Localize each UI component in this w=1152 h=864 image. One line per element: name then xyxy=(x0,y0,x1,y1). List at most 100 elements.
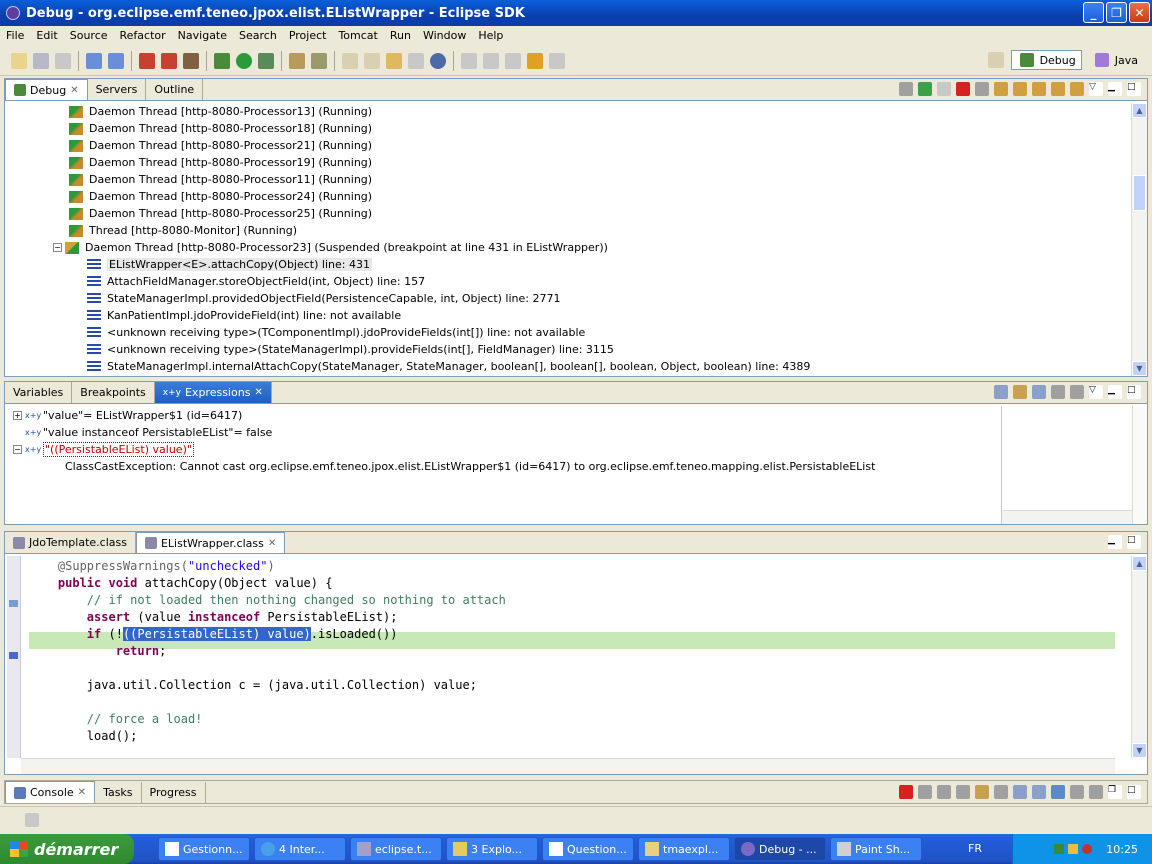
perspective-java[interactable]: Java xyxy=(1086,50,1144,70)
new-package-icon[interactable] xyxy=(289,52,305,69)
debug-icon[interactable] xyxy=(214,52,230,69)
debug-scrollbar[interactable]: ▲ ▼ xyxy=(1131,103,1147,376)
tree-thread[interactable]: Daemon Thread [http-8080-Processor13] (R… xyxy=(69,103,1131,120)
step-over-icon[interactable] xyxy=(1013,82,1027,96)
tomcat-start-icon[interactable] xyxy=(139,52,155,69)
menu-tomcat[interactable]: Tomcat xyxy=(332,29,383,42)
step-return-icon[interactable] xyxy=(1032,82,1046,96)
menu-run[interactable]: Run xyxy=(384,29,417,42)
stack-frame[interactable]: StateManagerImpl.internalAttachCopy(Stat… xyxy=(87,358,1131,375)
tray-icon[interactable] xyxy=(1082,844,1093,854)
remove-terminated-icon[interactable] xyxy=(899,82,913,96)
open-perspective-icon[interactable] xyxy=(987,52,1004,68)
tab-elistwrapper[interactable]: EListWrapper.class ✕ xyxy=(135,532,286,553)
tab-expressions[interactable]: x+y Expressions ✕ xyxy=(154,382,272,403)
scroll-up-icon[interactable]: ▲ xyxy=(1132,556,1147,571)
task-button[interactable]: eclipse.t... xyxy=(350,837,442,861)
menu-file[interactable]: File xyxy=(0,29,30,42)
expand-icon[interactable]: + xyxy=(13,411,22,420)
maximize-view-icon[interactable]: □ xyxy=(1127,785,1141,799)
restore-view-icon[interactable]: ❐ xyxy=(1108,785,1122,799)
pen-icon[interactable] xyxy=(408,52,424,69)
pin-console-icon[interactable] xyxy=(1051,785,1065,799)
menu-window[interactable]: Window xyxy=(417,29,472,42)
disconnect-icon[interactable] xyxy=(975,82,989,96)
search-icon[interactable] xyxy=(311,52,327,69)
open-folder-icon[interactable] xyxy=(386,52,402,69)
scroll-down-icon[interactable]: ▼ xyxy=(1132,743,1147,758)
menu-project[interactable]: Project xyxy=(283,29,333,42)
forward-arrow-icon[interactable] xyxy=(549,52,565,69)
run-icon[interactable] xyxy=(236,52,252,69)
menu-source[interactable]: Source xyxy=(64,29,114,42)
menu-help[interactable]: Help xyxy=(472,29,509,42)
tree-thread[interactable]: Daemon Thread [http-8080-Processor19] (R… xyxy=(69,154,1131,171)
view-menu-icon[interactable]: ▽ xyxy=(1089,385,1103,399)
tab-progress[interactable]: Progress xyxy=(142,781,206,803)
tomcat-restart-icon[interactable] xyxy=(183,52,199,69)
close-icon[interactable]: ✕ xyxy=(254,387,262,398)
scroll-up-icon[interactable]: ▲ xyxy=(1132,103,1147,118)
scroll-down-icon[interactable]: ▼ xyxy=(1132,361,1147,376)
open-type-icon[interactable] xyxy=(86,52,102,69)
close-button[interactable]: ✕ xyxy=(1129,2,1150,23)
expression-item[interactable]: + x+y "value"= EListWrapper$1 (id=6417) xyxy=(13,407,1001,424)
open-console-icon[interactable] xyxy=(1089,785,1103,799)
minimize-view-icon[interactable]: ▁ xyxy=(1108,385,1122,399)
drop-to-frame-icon[interactable] xyxy=(1051,82,1065,96)
close-icon[interactable]: ✕ xyxy=(78,787,86,798)
collapse-all-icon[interactable] xyxy=(1032,385,1046,399)
stack-frame[interactable]: AttachFieldManager.storeObjectField(int,… xyxy=(87,273,1131,290)
display-console-icon[interactable] xyxy=(1070,785,1084,799)
restore-button[interactable]: ❐ xyxy=(1106,2,1127,23)
start-button[interactable]: démarrer xyxy=(0,834,134,864)
menu-navigate[interactable]: Navigate xyxy=(172,29,233,42)
detail-hscrollbar[interactable] xyxy=(1002,510,1132,524)
language-indicator[interactable]: FR xyxy=(968,842,982,855)
code-text[interactable]: @SuppressWarnings("unchecked") public vo… xyxy=(29,558,1115,745)
new-icon[interactable] xyxy=(11,52,27,69)
next-annotation-icon[interactable] xyxy=(461,52,477,69)
perspective-debug[interactable]: Debug xyxy=(1010,50,1082,70)
maximize-editor-icon[interactable]: □ xyxy=(1127,535,1141,549)
copy-icon[interactable] xyxy=(342,52,358,69)
minimize-button[interactable]: _ xyxy=(1083,2,1104,23)
menu-edit[interactable]: Edit xyxy=(30,29,63,42)
fast-view-icon[interactable] xyxy=(25,812,39,827)
expression-item[interactable]: x+y "value instanceof PersistableEList"= … xyxy=(13,424,1001,441)
tree-thread[interactable]: Daemon Thread [http-8080-Processor25] (R… xyxy=(69,205,1131,222)
external-tools-icon[interactable] xyxy=(258,52,274,69)
stack-frame[interactable]: KanPatientImpl.jdoProvideField(int) line… xyxy=(87,307,1131,324)
remove-all-icon[interactable] xyxy=(1070,385,1084,399)
step-filters-icon[interactable] xyxy=(1070,82,1084,96)
task-button[interactable]: Gestionn... xyxy=(158,837,250,861)
close-icon[interactable]: ✕ xyxy=(70,85,78,96)
tab-jdotemplate[interactable]: JdoTemplate.class xyxy=(5,532,136,553)
tab-variables[interactable]: Variables xyxy=(5,382,73,403)
remove-all-launches-icon[interactable] xyxy=(937,785,951,799)
tray-icon[interactable] xyxy=(1068,844,1079,854)
editor-hscrollbar[interactable] xyxy=(21,758,1115,774)
view-menu-icon[interactable]: ▽ xyxy=(1089,82,1103,96)
resume-icon[interactable] xyxy=(918,82,932,96)
tray-icon[interactable] xyxy=(1054,844,1065,854)
editor-scrollbar[interactable]: ▲ ▼ xyxy=(1131,556,1147,758)
collapse-icon[interactable]: − xyxy=(13,445,22,454)
tree-thread[interactable]: Daemon Thread [http-8080-Processor18] (R… xyxy=(69,120,1131,137)
scroll-thumb[interactable] xyxy=(1133,175,1146,211)
tab-breakpoints[interactable]: Breakpoints xyxy=(72,382,155,403)
globe-icon[interactable] xyxy=(430,52,446,69)
terminate-icon[interactable] xyxy=(956,82,970,96)
stack-frame-selected[interactable]: EListWrapper<E>.attachCopy(Object) line:… xyxy=(87,256,1131,273)
show-on-output-icon[interactable] xyxy=(1013,785,1027,799)
back-arrow-icon[interactable] xyxy=(527,52,543,69)
word-wrap-icon[interactable] xyxy=(994,785,1008,799)
task-button[interactable]: Question... xyxy=(542,837,634,861)
minimize-editor-icon[interactable]: ▁ xyxy=(1108,535,1122,549)
expression-item-error[interactable]: − x+y "((PersistableEList) value)" xyxy=(13,441,1001,458)
suspend-icon[interactable] xyxy=(937,82,951,96)
print-icon[interactable] xyxy=(55,52,71,69)
maximize-view-icon[interactable]: □ xyxy=(1127,385,1141,399)
task-button-active[interactable]: Debug - ... xyxy=(734,837,826,861)
remove-launch-icon[interactable] xyxy=(918,785,932,799)
